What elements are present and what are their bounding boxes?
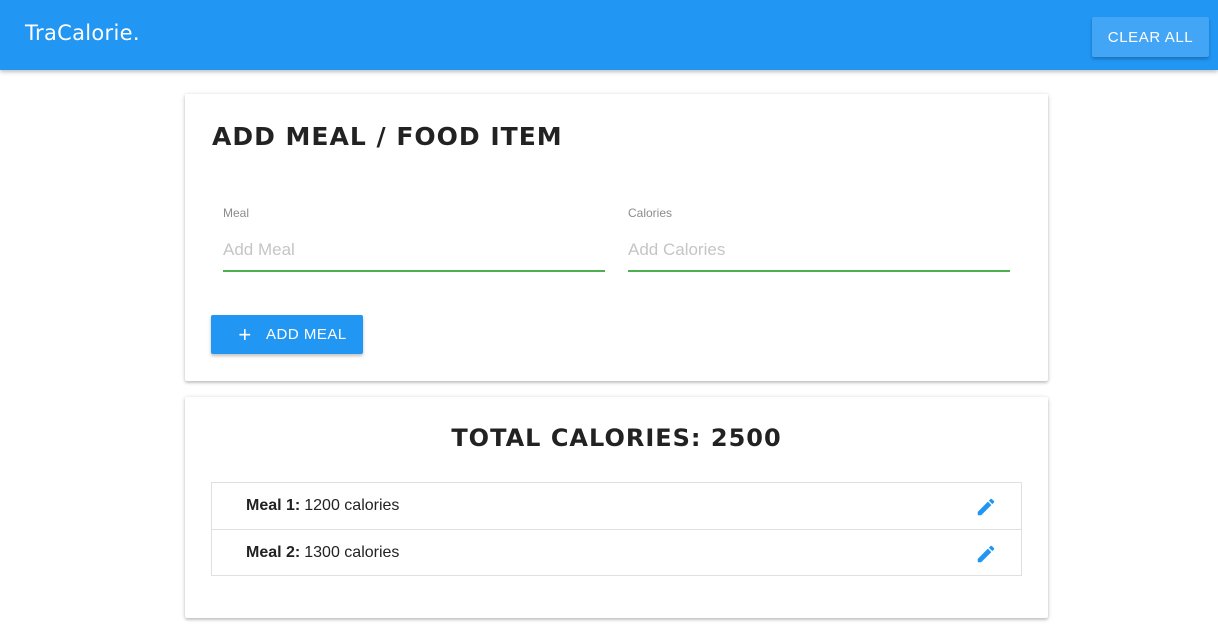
meal-calories: 1200 calories (304, 497, 400, 514)
add-meal-title: ADD MEAL / FOOD ITEM (212, 122, 563, 151)
brand-logo[interactable]: TraCalorie. (25, 21, 140, 45)
meal-calories: 1300 calories (304, 543, 400, 561)
meal-name: Meal 1: (246, 497, 301, 514)
list-item: Meal 2: 1300 calories (212, 529, 1021, 575)
calories-field: Calories (628, 206, 1010, 272)
add-meal-button[interactable]: + ADD MEAL (211, 315, 363, 354)
add-meal-button-label: ADD MEAL (266, 326, 347, 343)
total-calories: TOTAL CALORIES: 2500 (451, 424, 782, 452)
navbar: TraCalorie. CLEAR ALL (0, 0, 1218, 70)
meal-list: Meal 1: 1200 calories Meal 2: 1300 calor… (211, 482, 1022, 576)
calories-input[interactable] (628, 230, 1010, 272)
meal-name: Meal 2: (246, 543, 301, 561)
add-meal-card: ADD MEAL / FOOD ITEM Meal Calories + ADD… (185, 94, 1048, 381)
pencil-icon[interactable] (975, 543, 997, 565)
meal-field: Meal (223, 206, 605, 272)
clear-all-button[interactable]: CLEAR ALL (1092, 17, 1209, 57)
plus-icon: + (238, 321, 252, 347)
meal-label: Meal (223, 206, 250, 220)
pencil-icon[interactable] (975, 496, 997, 518)
calories-label: Calories (628, 206, 673, 220)
meal-list-card: TOTAL CALORIES: 2500 Meal 1: 1200 calori… (185, 397, 1048, 618)
list-item: Meal 1: 1200 calories (212, 483, 1021, 529)
meal-input[interactable] (223, 230, 605, 272)
